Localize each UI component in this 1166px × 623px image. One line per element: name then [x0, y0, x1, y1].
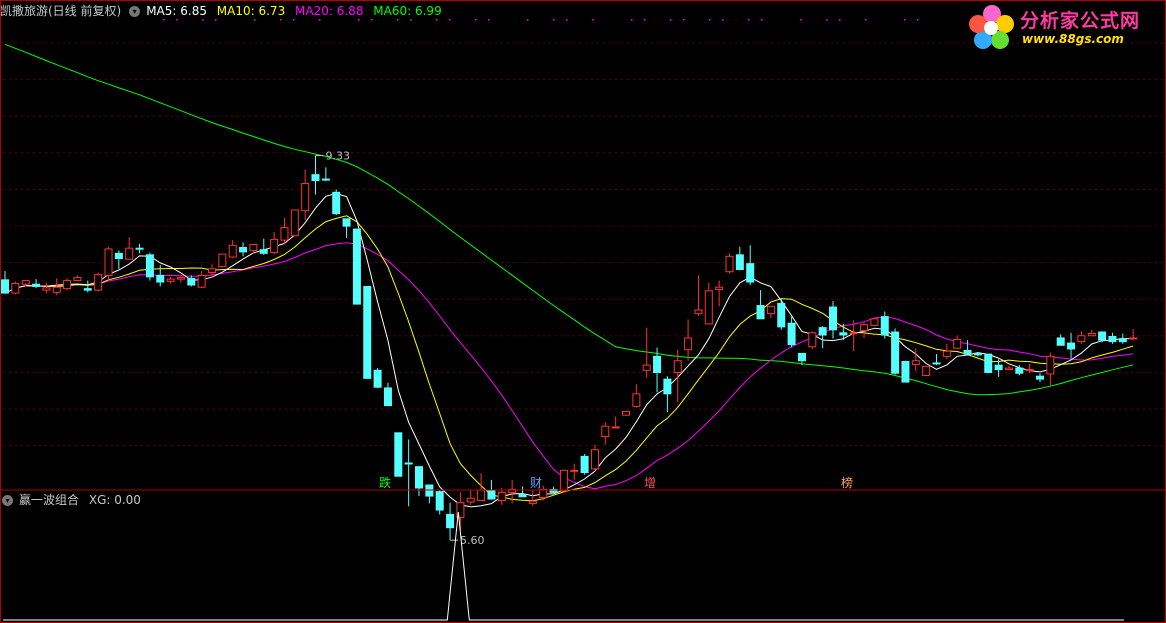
xg-value: XG: 0.00 [88, 493, 141, 507]
logo-title: 分析家公式网 [1020, 10, 1141, 32]
logo-url: www.88gs.com [1022, 32, 1124, 46]
stock-title: 凯撒旅游(日线 前复权) [0, 4, 122, 18]
signal-label-cai: 财 [529, 476, 542, 490]
indicator-circle-icon[interactable]: ▾ [2, 495, 13, 506]
ma5-label: MA5: 6.85 [146, 4, 207, 18]
flower-logo-icon [969, 5, 1014, 49]
settings-circle-icon[interactable]: ▾ [129, 6, 141, 17]
main-chart-header: 凯撒旅游(日线 前复权) ▾ MA5: 6.85 MA10: 6.73 MA20: … [0, 1, 448, 21]
site-logo: 分析家公式网 www.88gs.com [965, 2, 1160, 52]
chart-frame [0, 0, 1166, 623]
ma20-label: MA20: 6.88 [295, 4, 364, 18]
ma10-label: MA10: 6.73 [216, 4, 286, 18]
indicator-name: 赢一波组合 [19, 493, 80, 507]
indicator-header: ▾ 赢一波组合 XG: 0.00 [0, 490, 147, 510]
signal-label-bang: 榜 [840, 476, 853, 490]
signal-label-die: 跌 [378, 476, 391, 490]
signal-label-zeng: 增 [643, 476, 656, 490]
ma60-label: MA60: 6.99 [373, 4, 442, 18]
